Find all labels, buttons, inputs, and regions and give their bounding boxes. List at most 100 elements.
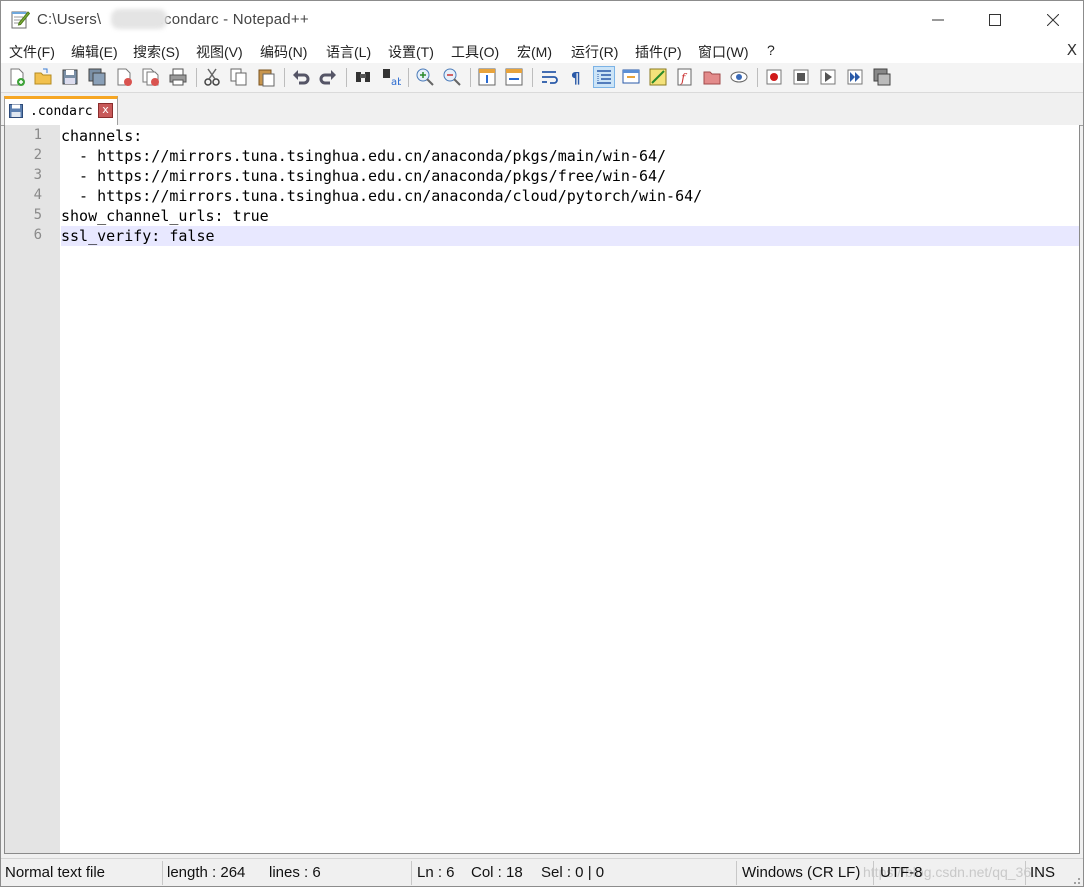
record-macro-icon[interactable] <box>764 67 784 87</box>
maximize-button[interactable] <box>967 1 1023 39</box>
close-document-button[interactable]: X <box>1067 41 1077 59</box>
redo-icon[interactable] <box>318 67 338 87</box>
menu-settings[interactable]: 设置(T) <box>388 42 434 62</box>
line-number: 3 <box>33 167 42 183</box>
editor-area[interactable]: 1 2 3 4 5 6 channels: - https://mirrors.… <box>4 125 1080 854</box>
title-bar: C:\Users\ \.condarc - Notepad++ <box>1 1 1083 39</box>
toolbar-separator <box>757 68 758 87</box>
indent-guide-icon[interactable] <box>593 66 615 88</box>
svg-text:¶: ¶ <box>571 69 581 87</box>
menu-run[interactable]: 运行(R) <box>571 42 618 62</box>
paste-icon[interactable] <box>256 67 276 87</box>
menu-view[interactable]: 视图(V) <box>196 42 243 62</box>
status-separator <box>736 861 737 885</box>
status-separator <box>1025 861 1026 885</box>
stop-macro-icon[interactable] <box>791 67 811 87</box>
code-line-current[interactable]: ssl_verify: false <box>61 226 1079 246</box>
file-saved-icon <box>9 104 23 118</box>
title-path-prefix: C:\Users\ <box>37 11 102 28</box>
doc-map-icon[interactable] <box>648 67 668 87</box>
code-line[interactable]: channels: <box>61 126 1079 146</box>
code-line[interactable]: show_channel_urls: true <box>61 206 1079 226</box>
zoom-in-icon[interactable] <box>415 67 435 87</box>
folder-workspace-icon[interactable] <box>702 67 722 87</box>
menu-tools[interactable]: 工具(O) <box>451 42 499 62</box>
undo-icon[interactable] <box>291 67 311 87</box>
tab-condarc[interactable]: .condarc x <box>4 96 118 125</box>
status-separator <box>873 861 874 885</box>
cut-icon[interactable] <box>202 67 222 87</box>
monitoring-eye-icon[interactable] <box>729 67 749 87</box>
close-all-icon[interactable] <box>141 67 161 87</box>
line-number: 5 <box>33 207 42 223</box>
find-icon[interactable] <box>353 67 373 87</box>
menu-help[interactable]: ? <box>767 42 775 58</box>
line-number: 4 <box>33 187 42 203</box>
print-icon[interactable] <box>168 67 188 87</box>
notepad-app-icon <box>11 11 30 29</box>
sync-horizontal-icon[interactable] <box>504 67 524 87</box>
close-icon <box>1047 14 1059 26</box>
save-macro-icon[interactable] <box>872 67 892 87</box>
open-file-icon[interactable] <box>33 67 53 87</box>
status-file-type: Normal text file <box>5 864 106 881</box>
toolbar-separator <box>470 68 471 87</box>
code-line[interactable]: - https://mirrors.tuna.tsinghua.edu.cn/a… <box>61 186 1079 206</box>
menu-macro[interactable]: 宏(M) <box>517 42 552 62</box>
function-list-icon[interactable]: f <box>675 67 695 87</box>
status-separator <box>411 861 412 885</box>
status-col: Col : 18 <box>471 864 523 881</box>
close-window-button[interactable] <box>1025 1 1081 39</box>
show-all-chars-icon[interactable]: ¶ <box>566 67 586 87</box>
window-title: C:\Users\ \.condarc - Notepad++ <box>37 11 309 28</box>
tab-close-icon[interactable]: x <box>98 103 113 118</box>
sync-vertical-icon[interactable] <box>477 67 497 87</box>
minimize-icon <box>932 19 944 21</box>
minimize-button[interactable] <box>910 1 966 39</box>
menu-bar: 文件(F) 编辑(E) 搜索(S) 视图(V) 编码(N) 语言(L) 设置(T… <box>1 39 1083 63</box>
toolbar-separator <box>408 68 409 87</box>
user-language-icon[interactable] <box>621 67 641 87</box>
line-number: 1 <box>33 127 42 143</box>
notepadpp-window: C:\Users\ \.condarc - Notepad++ 文件(F) 编辑(… <box>0 0 1084 887</box>
svg-text:ab: ab <box>391 77 401 87</box>
menu-encoding[interactable]: 编码(N) <box>260 42 307 62</box>
status-lines: lines : 6 <box>269 864 321 881</box>
close-file-icon[interactable] <box>114 67 134 87</box>
toolbar-separator <box>196 68 197 87</box>
tab-label: .condarc <box>30 104 93 119</box>
status-sel: Sel : 0 | 0 <box>541 864 605 881</box>
menu-edit[interactable]: 编辑(E) <box>71 42 118 62</box>
line-number: 6 <box>33 227 42 243</box>
resize-grip-icon[interactable] <box>1071 875 1081 885</box>
play-macro-icon[interactable] <box>818 67 838 87</box>
status-insert-mode: INS <box>1030 864 1056 881</box>
tab-bar: .condarc x <box>1 93 1083 126</box>
menu-language[interactable]: 语言(L) <box>326 42 371 62</box>
toolbar-separator <box>532 68 533 87</box>
toolbar-separator <box>346 68 347 87</box>
save-all-icon[interactable] <box>87 67 107 87</box>
menu-window[interactable]: 窗口(W) <box>698 42 749 62</box>
maximize-icon <box>989 14 1001 26</box>
menu-plugins[interactable]: 插件(P) <box>635 42 682 62</box>
replace-icon[interactable]: ab <box>381 67 401 87</box>
redacted-username <box>111 9 167 29</box>
toolbar: ab ¶ f <box>1 63 1083 93</box>
line-number: 2 <box>33 147 42 163</box>
copy-icon[interactable] <box>229 67 249 87</box>
menu-search[interactable]: 搜索(S) <box>133 42 180 62</box>
word-wrap-icon[interactable] <box>539 67 559 87</box>
save-icon[interactable] <box>60 67 80 87</box>
menu-file[interactable]: 文件(F) <box>9 42 55 62</box>
code-line[interactable]: - https://mirrors.tuna.tsinghua.edu.cn/a… <box>61 146 1079 166</box>
status-encoding: UTF-8 <box>880 864 923 881</box>
status-eol: Windows (CR LF) <box>742 864 861 881</box>
code-line[interactable]: - https://mirrors.tuna.tsinghua.edu.cn/a… <box>61 166 1079 186</box>
new-file-icon[interactable] <box>7 67 27 87</box>
play-multiple-macro-icon[interactable] <box>845 67 865 87</box>
status-ln: Ln : 6 <box>417 864 455 881</box>
zoom-out-icon[interactable] <box>442 67 462 87</box>
status-separator <box>162 861 163 885</box>
status-bar: Normal text file length : 264 lines : 6 … <box>1 858 1083 886</box>
